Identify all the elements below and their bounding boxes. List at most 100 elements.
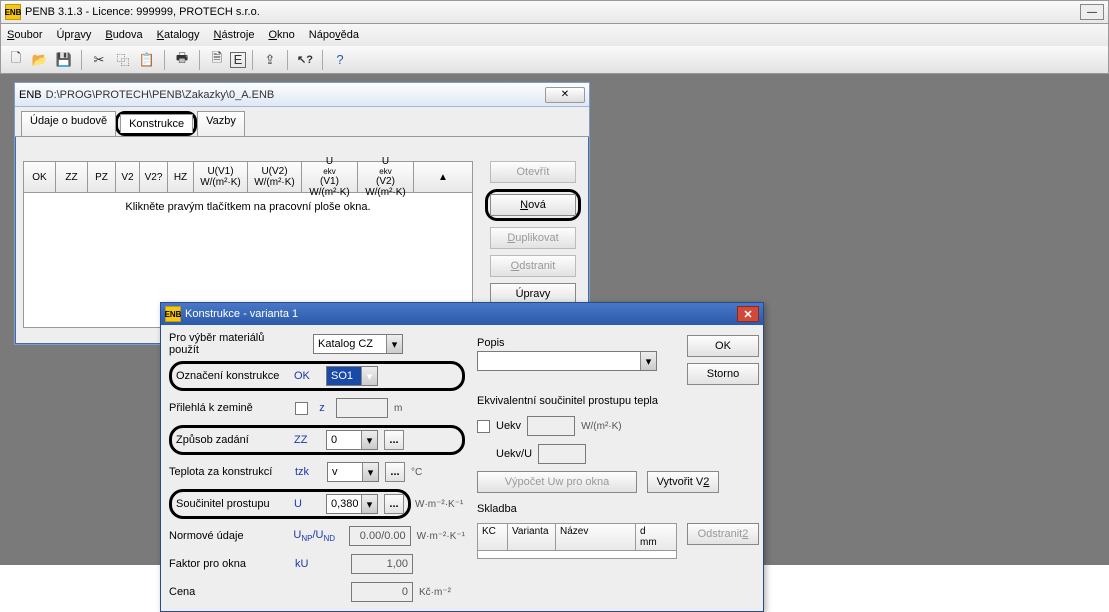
- prilehla-sym: z: [314, 402, 330, 414]
- zpusob-sym: ZZ: [294, 434, 320, 446]
- konstrukce-dialog: ENB Konstrukce - varianta 1 ✕ Pro výběr …: [160, 302, 764, 612]
- cut-icon[interactable]: ✂: [88, 49, 110, 71]
- normove-label: Normové údaje: [169, 530, 287, 542]
- gh-hz[interactable]: HZ: [168, 162, 194, 192]
- mdi-title: D:\PROG\PROTECH\PENB\Zakazky\0_A.ENB: [46, 89, 275, 101]
- uekv-checkbox[interactable]: [477, 420, 490, 433]
- dialog-close-button[interactable]: ✕: [737, 306, 759, 322]
- chevron-down-icon: ▾: [362, 463, 378, 481]
- menu-upravy[interactable]: Úpravy: [56, 29, 91, 41]
- menu-soubor[interactable]: Soubor: [7, 29, 42, 41]
- soucinitel-sym: U: [294, 498, 320, 510]
- skladba-label: Skladba: [477, 503, 759, 515]
- dialog-title: Konstrukce - varianta 1: [185, 308, 298, 320]
- menu-bar: Soubor Úpravy Budova Katalogy Nástroje O…: [0, 24, 1109, 46]
- storno-button[interactable]: Storno: [687, 363, 759, 385]
- tab-udaje[interactable]: Údaje o budově: [21, 111, 116, 136]
- teplota-sym: tzk: [295, 466, 321, 478]
- menu-nastroje[interactable]: Nástroje: [214, 29, 255, 41]
- toolbar: 🗋 📂 💾 ✂ ⿻ 📋 🖶 🗎 E ⇪ ↖? ?: [0, 46, 1109, 74]
- export-icon[interactable]: ⇪: [259, 49, 281, 71]
- faktor-sym: kU: [295, 558, 345, 570]
- chevron-down-icon: ▾: [640, 352, 656, 370]
- file-save-icon[interactable]: 💾: [53, 49, 75, 71]
- table-e-icon[interactable]: E: [230, 52, 246, 68]
- menu-okno[interactable]: Okno: [268, 29, 294, 41]
- minimize-button[interactable]: —: [1080, 4, 1104, 20]
- print-icon[interactable]: 🖶: [171, 49, 193, 71]
- ok-button[interactable]: OK: [687, 335, 759, 357]
- th-d: dmm: [636, 524, 676, 551]
- chevron-down-icon: ▾: [361, 431, 377, 449]
- faktor-label: Faktor pro okna: [169, 558, 289, 570]
- teplota-more-button[interactable]: ...: [385, 462, 405, 482]
- normove-sym: UNP/UND: [293, 529, 342, 543]
- preview-icon[interactable]: 🗎: [206, 49, 228, 71]
- cena-input[interactable]: [351, 582, 413, 602]
- zpusob-select[interactable]: 0 ▾: [326, 430, 378, 450]
- mdi-icon: ENB: [19, 89, 42, 101]
- th-nazev: Název: [556, 524, 636, 551]
- new-button[interactable]: Nová: [490, 194, 576, 216]
- menu-napoveda[interactable]: Nápověda: [309, 29, 359, 41]
- zpusob-more-button[interactable]: ...: [384, 430, 404, 450]
- material-select[interactable]: Katalog CZ ▾: [313, 334, 403, 354]
- gh-pz[interactable]: PZ: [88, 162, 116, 192]
- oznaceni-sym: OK: [294, 370, 320, 382]
- material-select-value: Katalog CZ: [318, 338, 373, 350]
- copy-icon[interactable]: ⿻: [112, 49, 134, 71]
- th-varianta: Varianta: [508, 524, 556, 551]
- oznaceni-select[interactable]: SO1 ▾: [326, 366, 378, 386]
- prilehla-input[interactable]: [336, 398, 388, 418]
- material-label: Pro výběr materiálů použít: [169, 332, 289, 356]
- uekv-input[interactable]: [527, 416, 575, 436]
- about-icon[interactable]: ?: [329, 49, 351, 71]
- prilehla-label: Přilehlá k zemině: [169, 402, 289, 414]
- odstranit2-button: Odstranit 2: [687, 523, 759, 545]
- gh-ok[interactable]: OK: [24, 162, 56, 192]
- mdi-titlebar: ENB D:\PROG\PROTECH\PENB\Zakazky\0_A.ENB…: [15, 83, 589, 107]
- tab-konstrukce[interactable]: Konstrukce: [120, 114, 193, 133]
- mdi-close-button[interactable]: ✕: [545, 87, 585, 103]
- tab-konstrukce-highlight: Konstrukce: [115, 111, 197, 136]
- soucinitel-highlight: Součinitel prostupu U 0,380 ▾ ...: [169, 489, 411, 519]
- gh-uv1[interactable]: U(V1)W/(m²·K): [194, 162, 248, 192]
- oznaceni-label: Označení konstrukce: [176, 370, 288, 382]
- soucinitel-value: 0,380: [331, 498, 359, 510]
- menu-budova[interactable]: Budova: [105, 29, 142, 41]
- gh-scroll: ▲: [414, 162, 472, 192]
- file-new-icon[interactable]: 🗋: [5, 49, 27, 71]
- gh-uv2[interactable]: U(V2)W/(m²·K): [248, 162, 302, 192]
- vytvorit-v2-button[interactable]: Vytvořit V2: [647, 471, 719, 493]
- duplicate-button: Duplikovat: [490, 227, 576, 249]
- mdi-client: ENB D:\PROG\PROTECH\PENB\Zakazky\0_A.ENB…: [0, 74, 1109, 565]
- soucinitel-more-button[interactable]: ...: [384, 494, 404, 514]
- uekvu-label: Uekv/U: [496, 448, 532, 460]
- uekvu-input: [538, 444, 586, 464]
- gh-uekv1[interactable]: Uekv(V1)W/(m²·K): [302, 162, 358, 192]
- chevron-down-icon: ▾: [361, 367, 377, 385]
- uekv-label: Uekv: [496, 420, 521, 432]
- file-open-icon[interactable]: 📂: [29, 49, 51, 71]
- teplota-select[interactable]: v ▾: [327, 462, 379, 482]
- open-button: Otevřít: [490, 161, 576, 183]
- popis-select[interactable]: ▾: [477, 351, 657, 371]
- gh-v2[interactable]: V2: [116, 162, 140, 192]
- soucinitel-select[interactable]: 0,380 ▾: [326, 494, 378, 514]
- prilehla-checkbox[interactable]: [295, 402, 308, 415]
- gh-uekv2[interactable]: Uekv(V2)W/(m²·K): [358, 162, 414, 192]
- tab-vazby[interactable]: Vazby: [197, 111, 245, 136]
- menu-katalogy[interactable]: Katalogy: [157, 29, 200, 41]
- skladba-table[interactable]: KC Varianta Název dmm: [477, 523, 677, 559]
- dialog-icon: ENB: [165, 306, 181, 322]
- paste-icon[interactable]: 📋: [136, 49, 158, 71]
- normove-input: [349, 526, 411, 546]
- gh-v2q[interactable]: V2?: [140, 162, 168, 192]
- zpusob-highlight: Způsob zadání ZZ 0 ▾ ...: [169, 425, 465, 455]
- zpusob-value: 0: [331, 434, 337, 446]
- app-icon: ENB: [5, 4, 21, 20]
- ekv-label: Ekvivalentní součinitel prostupu tepla: [477, 395, 759, 407]
- help-arrow-icon[interactable]: ↖?: [294, 49, 316, 71]
- gh-zz[interactable]: ZZ: [56, 162, 88, 192]
- cena-unit: Kč·m⁻²: [419, 587, 451, 598]
